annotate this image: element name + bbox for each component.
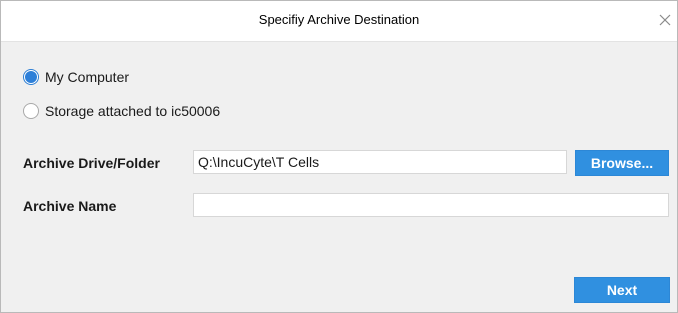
radio-my-computer[interactable]: My Computer — [23, 67, 129, 87]
radio-label-storage: Storage attached to ic50006 — [45, 103, 221, 119]
radio-unselected-icon[interactable] — [23, 103, 39, 119]
dialog-title: Specifiy Archive Destination — [258, 12, 420, 27]
close-icon[interactable] — [657, 12, 673, 28]
radio-selected-icon[interactable] — [23, 69, 39, 85]
archive-destination-dialog: Specifiy Archive Destination My Computer… — [0, 0, 678, 313]
archive-name-input[interactable] — [193, 193, 669, 217]
next-button[interactable]: Next — [574, 277, 670, 303]
archive-name-label: Archive Name — [23, 198, 117, 214]
archive-folder-label: Archive Drive/Folder — [23, 155, 160, 171]
browse-button[interactable]: Browse... — [575, 150, 669, 176]
radio-label-my-computer: My Computer — [45, 69, 130, 85]
title-bar: Specifiy Archive Destination — [1, 1, 677, 42]
radio-storage-attached[interactable]: Storage attached to ic50006 — [23, 101, 220, 121]
archive-folder-input[interactable] — [193, 150, 567, 174]
